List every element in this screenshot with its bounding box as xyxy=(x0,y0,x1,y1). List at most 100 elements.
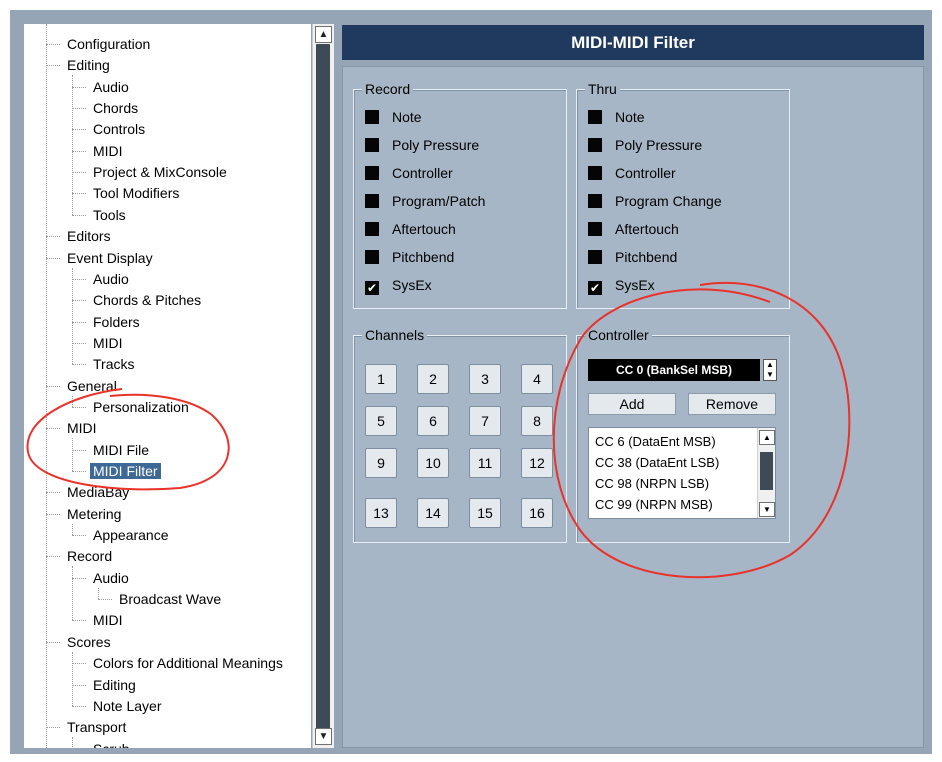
tree-item[interactable]: Chords xyxy=(90,98,141,119)
tree-item[interactable]: Transport xyxy=(64,717,129,738)
tree-item[interactable]: Scores xyxy=(64,632,114,653)
controller-spinner[interactable]: ▲ ▼ xyxy=(763,359,777,381)
channel-button[interactable]: 4 xyxy=(521,364,553,394)
tree-item[interactable]: MIDI xyxy=(90,610,126,631)
tree-item[interactable]: Tracks xyxy=(90,354,137,375)
tree-item[interactable]: Controls xyxy=(90,119,148,140)
add-button[interactable]: Add xyxy=(588,393,676,415)
channel-button[interactable]: 10 xyxy=(417,448,449,478)
controller-selector[interactable]: CC 0 (BankSel MSB) xyxy=(588,359,760,381)
tree-guide-line xyxy=(72,737,73,748)
tree-scrollbar[interactable]: ▲ ▼ xyxy=(312,24,334,748)
thru-checkbox[interactable]: Controller xyxy=(588,163,676,183)
controller-list[interactable]: CC 6 (DataEnt MSB) CC 38 (DataEnt LSB) CC … xyxy=(588,427,776,519)
checkbox-box[interactable] xyxy=(365,110,379,124)
tree-item[interactable]: Project & MixConsole xyxy=(90,162,230,183)
checkbox-box[interactable] xyxy=(588,138,602,152)
tree-item[interactable]: MediaBay xyxy=(64,482,132,503)
record-checkbox[interactable]: Pitchbend xyxy=(365,247,454,267)
thru-checkbox[interactable]: Note xyxy=(588,107,645,127)
checkbox-box[interactable] xyxy=(588,250,602,264)
tree-item[interactable]: General xyxy=(64,376,120,397)
tree-item[interactable]: Record xyxy=(64,546,115,567)
channel-button[interactable]: 12 xyxy=(521,448,553,478)
tree-item[interactable]: Appearance xyxy=(90,525,172,546)
tree-item[interactable]: Tool Modifiers xyxy=(90,183,182,204)
tree-item[interactable]: Chords & Pitches xyxy=(90,290,204,311)
thru-checkbox[interactable]: Aftertouch xyxy=(588,219,679,239)
thru-checkbox[interactable]: Pitchbend xyxy=(588,247,677,267)
scrollbar-thumb[interactable] xyxy=(760,452,773,490)
checkbox-box[interactable] xyxy=(588,222,602,236)
tree-item[interactable]: Editors xyxy=(64,226,114,247)
scrollbar-thumb[interactable] xyxy=(316,44,330,729)
record-checkbox[interactable]: Note xyxy=(365,107,422,127)
tree-item[interactable]: Audio xyxy=(90,77,132,98)
record-checkbox[interactable]: Aftertouch xyxy=(365,219,456,239)
chevron-up-icon[interactable]: ▲ xyxy=(315,26,332,43)
channel-button[interactable]: 9 xyxy=(365,448,397,478)
tree-item[interactable]: Metering xyxy=(64,504,124,525)
checkmark-icon[interactable]: ✔ xyxy=(365,281,379,295)
channel-button[interactable]: 14 xyxy=(417,498,449,528)
tree-item[interactable]: Audio xyxy=(90,269,132,290)
tree-item[interactable]: Personalization xyxy=(90,397,192,418)
tree-item[interactable]: Audio xyxy=(90,568,132,589)
tree-item[interactable]: Colors for Additional Meanings xyxy=(90,653,286,674)
tree-item[interactable]: Event Display xyxy=(64,248,156,269)
tree-item[interactable]: Broadcast Wave xyxy=(116,589,224,610)
list-item[interactable]: CC 38 (DataEnt LSB) xyxy=(595,452,719,473)
checkbox-box[interactable] xyxy=(365,138,379,152)
tree-item-label: Audio xyxy=(93,79,129,95)
checkbox-box[interactable] xyxy=(365,250,379,264)
record-checkbox[interactable]: Poly Pressure xyxy=(365,135,479,155)
checkbox-box[interactable] xyxy=(588,166,602,180)
channel-button[interactable]: 8 xyxy=(521,406,553,436)
tree-item[interactable]: Folders xyxy=(90,312,143,333)
record-checkbox[interactable]: Program/Patch xyxy=(365,191,485,211)
list-item[interactable]: CC 99 (NRPN MSB) xyxy=(595,494,713,515)
record-checkbox[interactable]: Controller xyxy=(365,163,453,183)
tree-item[interactable]: Scrub xyxy=(90,739,133,748)
thru-checkbox[interactable]: ✔ SysEx xyxy=(588,275,655,295)
chevron-up-icon[interactable]: ▲ xyxy=(759,430,775,445)
checkbox-label: SysEx xyxy=(392,277,432,293)
channel-button[interactable]: 7 xyxy=(469,406,501,436)
channel-button[interactable]: 13 xyxy=(365,498,397,528)
checkbox-box[interactable] xyxy=(588,110,602,124)
tree-item[interactable]: Tools xyxy=(90,205,129,226)
checkmark-icon[interactable]: ✔ xyxy=(588,281,602,295)
channel-button[interactable]: 3 xyxy=(469,364,501,394)
record-checkbox[interactable]: ✔ SysEx xyxy=(365,275,432,295)
list-item[interactable]: CC 98 (NRPN LSB) xyxy=(595,473,709,494)
tree-item[interactable]: Editing xyxy=(64,55,113,76)
chevron-down-icon[interactable]: ▼ xyxy=(759,502,775,517)
thru-checkbox[interactable]: Program Change xyxy=(588,191,722,211)
tree-item[interactable]: MIDI Filter xyxy=(90,461,161,482)
channel-button[interactable]: 2 xyxy=(417,364,449,394)
tree-connector xyxy=(46,556,60,557)
channel-button[interactable]: 5 xyxy=(365,406,397,436)
tree-item[interactable]: Editing xyxy=(90,675,139,696)
channel-button[interactable]: 6 xyxy=(417,406,449,436)
chevron-down-icon[interactable]: ▼ xyxy=(315,728,332,745)
tree-item[interactable]: Configuration xyxy=(64,34,153,55)
channel-button[interactable]: 16 xyxy=(521,498,553,528)
channel-button[interactable]: 15 xyxy=(469,498,501,528)
tree-item[interactable]: MIDI File xyxy=(90,440,152,461)
controller-list-scrollbar[interactable]: ▲ ▼ xyxy=(757,428,775,518)
thru-checkbox[interactable]: Poly Pressure xyxy=(588,135,702,155)
list-item[interactable]: CC 6 (DataEnt MSB) xyxy=(595,431,716,452)
tree-item[interactable]: MIDI xyxy=(90,141,126,162)
checkbox-box[interactable] xyxy=(365,194,379,208)
checkbox-box[interactable] xyxy=(588,194,602,208)
checkbox-box[interactable] xyxy=(365,222,379,236)
channel-button[interactable]: 1 xyxy=(365,364,397,394)
tree-item[interactable]: Note Layer xyxy=(90,696,164,717)
tree-guide-line xyxy=(72,75,73,215)
checkbox-box[interactable] xyxy=(365,166,379,180)
channel-button[interactable]: 11 xyxy=(469,448,501,478)
tree-item[interactable]: MIDI xyxy=(90,333,126,354)
remove-button[interactable]: Remove xyxy=(688,393,776,415)
tree-item[interactable]: MIDI xyxy=(64,418,100,439)
